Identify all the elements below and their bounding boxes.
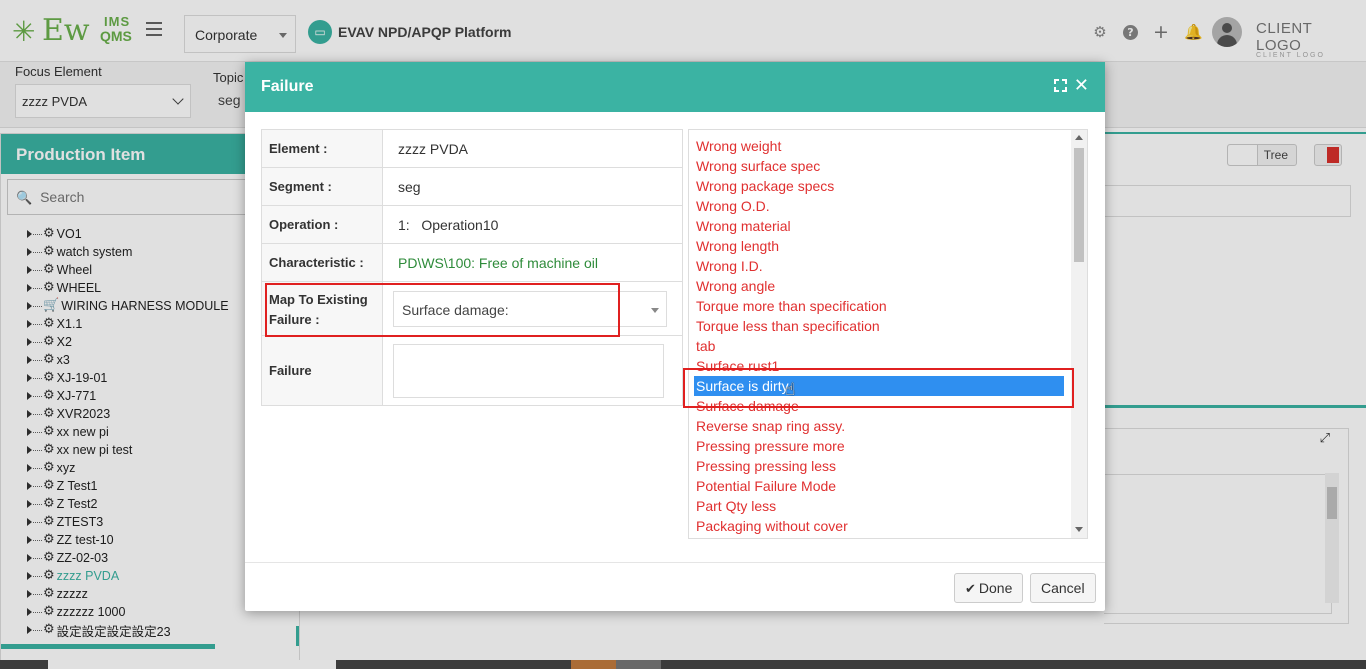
failure-option[interactable]: Wrong weight bbox=[696, 136, 781, 156]
operation-value: 1: Operation10 bbox=[382, 205, 683, 244]
failure-option[interactable]: Reverse snap ring assy. bbox=[696, 416, 845, 436]
done-button-label: Done bbox=[978, 580, 1013, 596]
element-value: zzzz PVDA bbox=[382, 129, 683, 168]
failure-option[interactable]: Torque more than specification bbox=[696, 296, 887, 316]
failure-form: Element : zzzz PVDA Segment : seg Operat… bbox=[261, 129, 683, 406]
modal-title: Failure bbox=[261, 78, 314, 95]
failure-option[interactable]: Wrong surface spec bbox=[696, 156, 820, 176]
failure-option[interactable]: Wrong O.D. bbox=[696, 196, 770, 216]
map-failure-highlight-box bbox=[265, 283, 620, 337]
failure-option[interactable]: Pressing pressing less bbox=[696, 456, 836, 476]
modal-footer: ✔ Done Cancel bbox=[245, 562, 1105, 611]
maximize-icon[interactable] bbox=[1054, 79, 1067, 92]
failure-option[interactable]: Wrong length bbox=[696, 236, 779, 256]
hand-cursor-icon: ☝ bbox=[785, 380, 796, 400]
failure-option[interactable]: Wrong I.D. bbox=[696, 256, 763, 276]
selected-option-highlight-box bbox=[683, 368, 1074, 408]
caret-down-icon bbox=[651, 307, 659, 313]
operation-label: Operation : bbox=[261, 205, 383, 244]
element-label: Element : bbox=[261, 129, 383, 168]
scroll-down-icon[interactable] bbox=[1075, 527, 1083, 532]
failure-option[interactable]: tab bbox=[696, 336, 715, 356]
failure-modal: Failure ✕ Element : zzzz PVDA Segment : … bbox=[245, 62, 1105, 611]
scroll-thumb[interactable] bbox=[1074, 148, 1084, 262]
failure-option[interactable]: Wrong package specs bbox=[696, 176, 834, 196]
scroll-up-icon[interactable] bbox=[1075, 135, 1083, 140]
characteristic-value: PD\WS\100: Free of machine oil bbox=[382, 243, 683, 282]
modal-header: Failure ✕ bbox=[245, 62, 1105, 112]
close-icon[interactable]: ✕ bbox=[1074, 75, 1089, 96]
failure-option[interactable]: Potential Failure Mode bbox=[696, 476, 836, 496]
segment-label: Segment : bbox=[261, 167, 383, 206]
segment-value: seg bbox=[382, 167, 683, 206]
failure-option[interactable]: Torque less than specification bbox=[696, 316, 880, 336]
cancel-button[interactable]: Cancel bbox=[1030, 573, 1096, 603]
failure-option[interactable]: Part Qty less bbox=[696, 496, 776, 516]
characteristic-label: Characteristic : bbox=[261, 243, 383, 282]
failure-options-list: Wrong weight Wrong surface spec Wrong pack… bbox=[688, 129, 1088, 539]
done-button[interactable]: ✔ Done bbox=[954, 573, 1024, 603]
check-icon: ✔ bbox=[965, 582, 976, 597]
failure-option[interactable]: Packaging without cover bbox=[696, 516, 848, 536]
failure-option[interactable]: Wrong material bbox=[696, 216, 791, 236]
options-scrollbar[interactable] bbox=[1071, 130, 1087, 538]
failure-label: Failure bbox=[261, 335, 383, 406]
failure-textarea[interactable] bbox=[393, 343, 664, 398]
failure-option[interactable]: Pressing pressure more bbox=[696, 436, 845, 456]
failure-option[interactable]: Wrong angle bbox=[696, 276, 775, 296]
